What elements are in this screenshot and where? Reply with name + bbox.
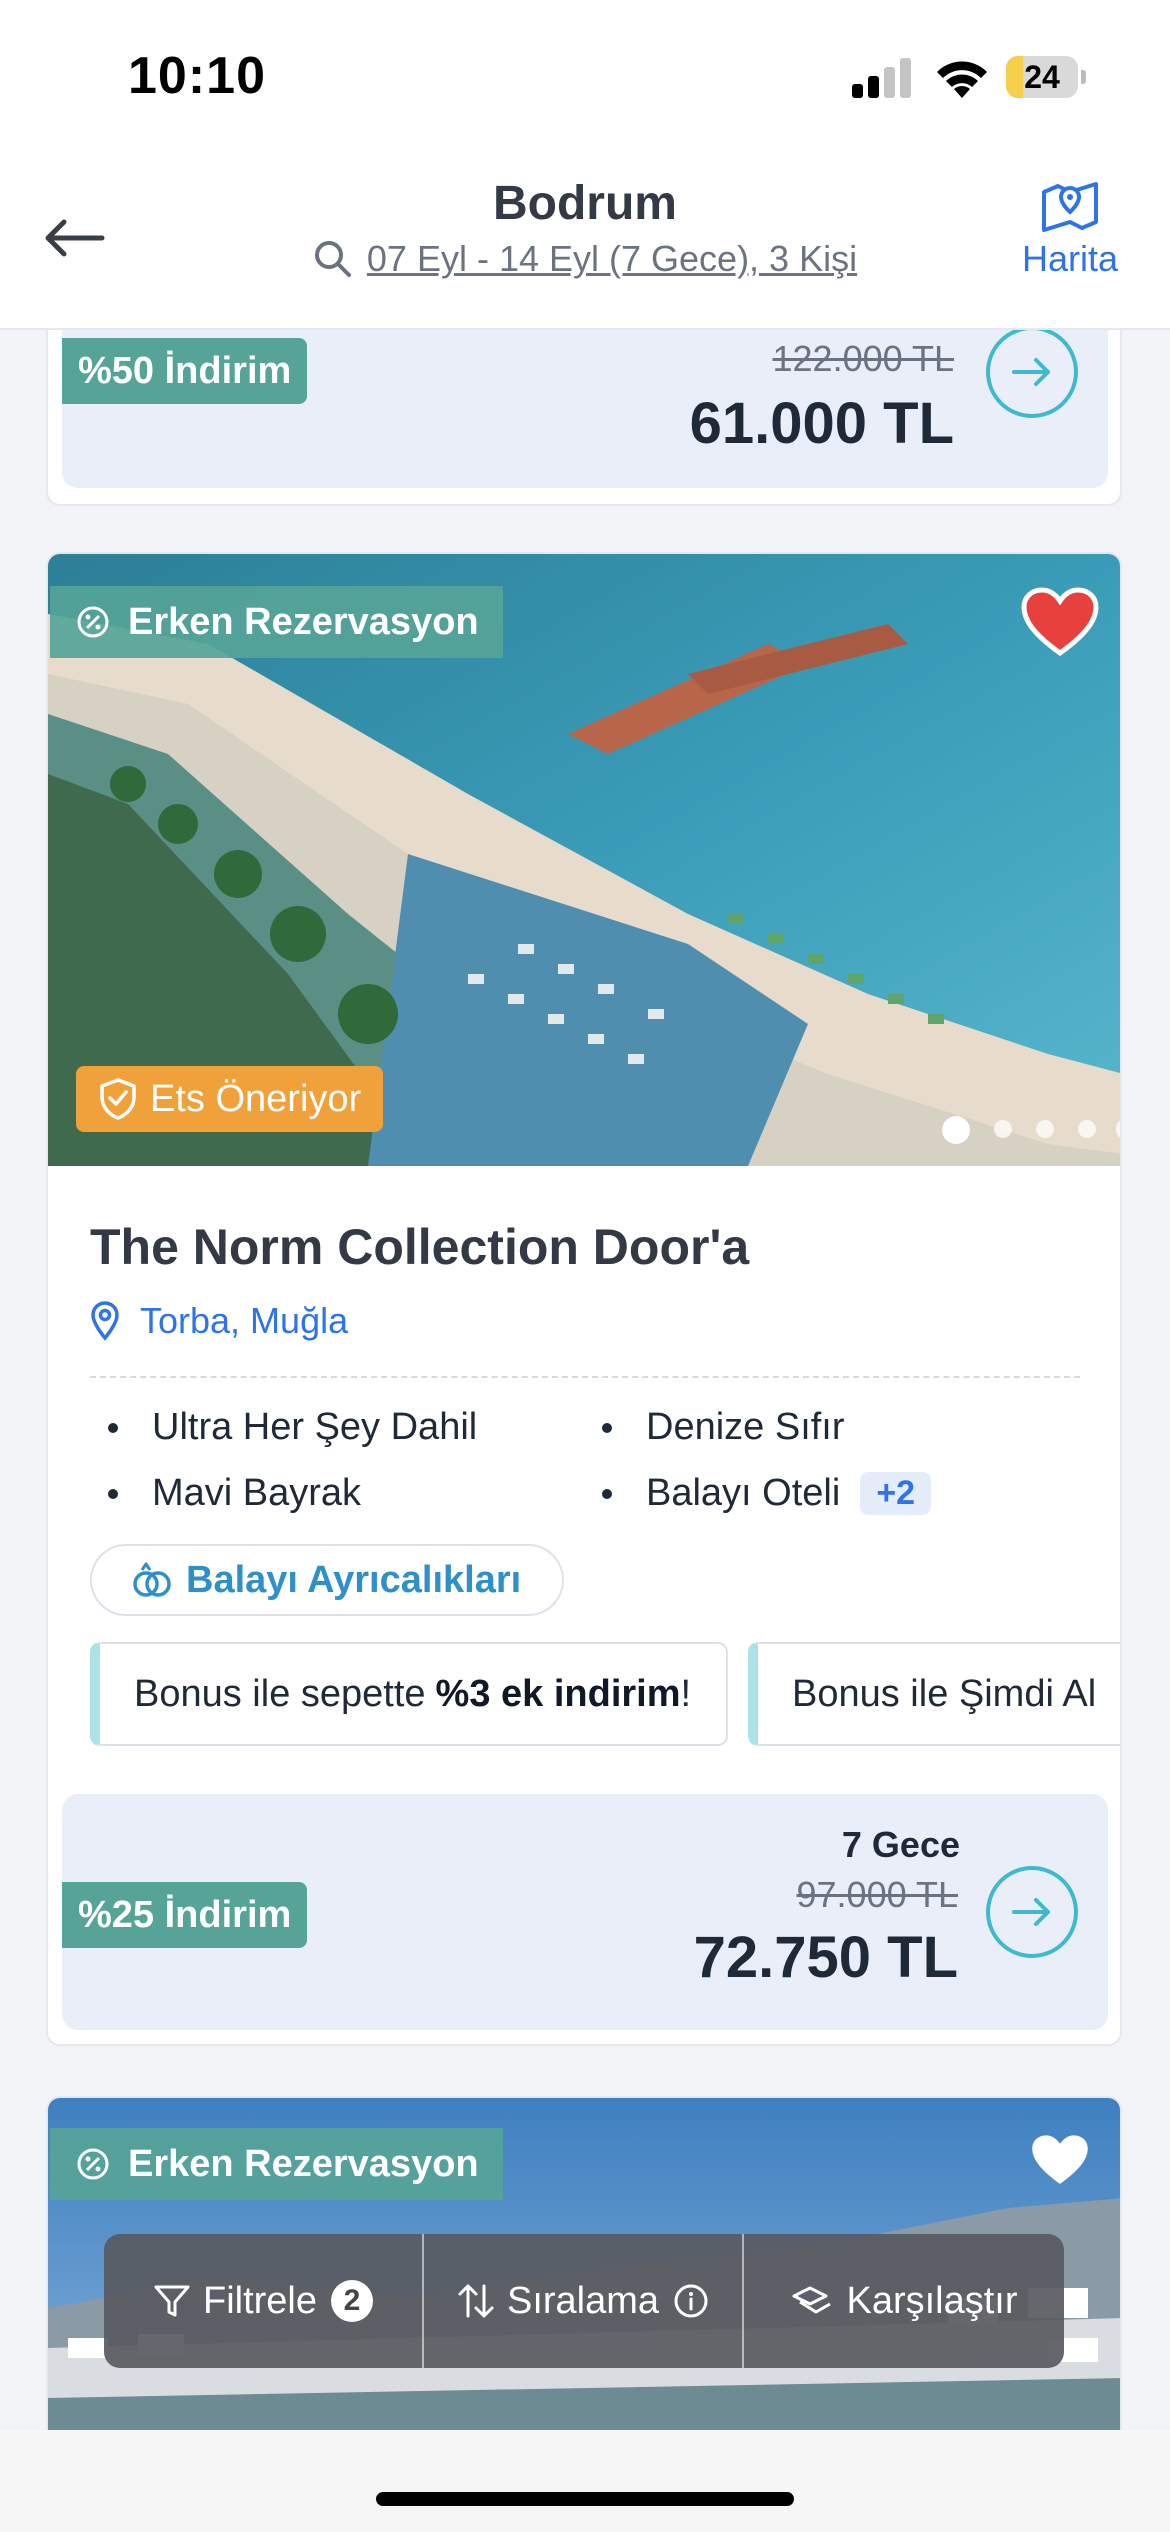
arrow-right-icon [1012, 1898, 1050, 1926]
feature-item: Denize Sıfır [602, 1406, 845, 1449]
view-hotel-button[interactable] [986, 1866, 1078, 1958]
arrow-right-icon [1012, 358, 1050, 386]
pagination-dot[interactable] [994, 1120, 1012, 1138]
early-booking-text: Erken Rezervasyon [128, 600, 479, 643]
early-booking-badge: Erken Rezervasyon [50, 586, 503, 658]
promo-text: Bonus ile sepette [134, 1672, 426, 1715]
sort-button[interactable]: Sıralama [422, 2234, 742, 2368]
compare-button[interactable]: Karşılaştır [742, 2234, 1064, 2368]
map-button[interactable]: Harita [1000, 178, 1140, 298]
old-price: 97.000 TL [796, 1874, 958, 1915]
favorite-button[interactable] [1014, 2114, 1106, 2206]
hotel-results-screen: 10:10 24 Bodrum 07 Eyl - 14 Eyl (7 Gece)… [0, 0, 1170, 2532]
feature-item: Mavi Bayrak [108, 1472, 361, 1515]
hotel-location[interactable]: Torba, Muğla [90, 1300, 348, 1342]
photo-pagination [898, 1114, 1120, 1144]
feature-label: Balayı Oteli [646, 1472, 841, 1514]
discount-tag: %25 İndirim [62, 1882, 308, 1948]
early-booking-badge: Erken Rezervasyon [50, 2128, 503, 2200]
hotel-photo[interactable]: Erken Rezervasyon Ets Öneriyor [48, 554, 1120, 1166]
early-booking-text: Erken Rezervasyon [128, 2142, 479, 2185]
old-price: 122.000 TL [772, 338, 955, 379]
sort-icon [458, 2284, 494, 2318]
feature-label: Mavi Bayrak [152, 1472, 362, 1514]
promo-banner[interactable]: Bonus ile sepette %3 ek indirim! [90, 1642, 728, 1746]
bottom-action-bar: Filtrele 2 Sıralama Karşılaştır [104, 2234, 1064, 2368]
page-title: Bodrum [493, 177, 677, 230]
heart-filled-icon [1021, 587, 1099, 657]
filter-label: Filtrele [202, 2279, 318, 2322]
search-summary-text: 07 Eyl - 14 Eyl (7 Gece), 3 Kişi [366, 238, 858, 279]
compare-label: Karşılaştır [846, 2279, 1018, 2322]
rings-icon [133, 1562, 171, 1597]
info-icon[interactable] [673, 2283, 709, 2319]
pagination-dot[interactable] [1078, 1120, 1096, 1138]
honeymoon-perks-button[interactable]: Balayı Ayrıcalıkları [90, 1544, 564, 1616]
more-features-badge[interactable]: +2 [860, 1472, 932, 1515]
compare-icon [792, 2286, 832, 2314]
search-icon [314, 241, 351, 277]
shield-check-icon [100, 1078, 136, 1120]
home-indicator[interactable] [376, 2492, 794, 2506]
new-price: 61.000 TL [689, 391, 954, 456]
feature-label: Denize Sıfır [646, 1406, 845, 1448]
filter-count-badge: 2 [331, 2280, 374, 2322]
filter-button[interactable]: Filtrele 2 [104, 2234, 422, 2368]
home-indicator-area [0, 2430, 1170, 2532]
ets-recommends-text: Ets Öneriyor [150, 1077, 362, 1120]
promo-text: Bonus ile Şimdi Al [792, 1672, 1097, 1715]
status-time: 10:10 [128, 47, 266, 105]
sort-label: Sıralama [506, 2279, 660, 2322]
ets-recommends-badge: Ets Öneriyor [76, 1066, 384, 1132]
location-pin-icon [91, 1301, 119, 1341]
pagination-dot-active[interactable] [942, 1116, 970, 1144]
new-price: 72.750 TL [693, 1925, 958, 1990]
cellular-signal-icon [852, 58, 912, 98]
promo-highlight: %3 ek indirim [435, 1672, 681, 1715]
filter-icon [154, 2285, 190, 2317]
promo-suffix: ! [680, 1672, 692, 1715]
feature-item: Ultra Her Şey Dahil [108, 1406, 477, 1449]
hotel-card[interactable]: Erken Rezervasyon Ets Öneriyor The Norm … [46, 552, 1122, 2046]
battery-level-text: 24 [1024, 59, 1060, 95]
discount-tag: %50 İndirim [62, 338, 308, 404]
hotel-name[interactable]: The Norm Collection Door'a [90, 1218, 749, 1276]
search-header: Bodrum 07 Eyl - 14 Eyl (7 Gece), 3 Kişi … [0, 150, 1170, 330]
wifi-icon [937, 61, 987, 98]
view-hotel-button[interactable] [986, 326, 1078, 418]
map-pin-icon [1042, 182, 1098, 232]
feature-item: Balayı Oteli +2 [602, 1472, 932, 1515]
divider [90, 1376, 1080, 1378]
pagination-dot[interactable] [1116, 1120, 1120, 1138]
pagination-dot[interactable] [1036, 1120, 1054, 1138]
honeymoon-perks-label: Balayı Ayrıcalıkları [186, 1558, 522, 1601]
map-label: Harita [1021, 238, 1119, 279]
feature-label: Ultra Her Şey Dahil [152, 1406, 478, 1448]
status-bar: 10:10 24 [0, 0, 1170, 150]
heart-outline-icon [1032, 2135, 1088, 2184]
favorite-button[interactable] [1014, 576, 1106, 668]
search-summary-button[interactable]: 07 Eyl - 14 Eyl (7 Gece), 3 Kişi [300, 238, 870, 280]
discount-badge-icon [77, 606, 109, 638]
battery-icon: 24 [1006, 56, 1086, 98]
discount-badge-icon [77, 2148, 109, 2180]
nights-label: 7 Gece [841, 1824, 960, 1865]
location-text: Torba, Muğla [140, 1300, 349, 1341]
promo-banner[interactable]: Bonus ile Şimdi Al [748, 1642, 1120, 1746]
